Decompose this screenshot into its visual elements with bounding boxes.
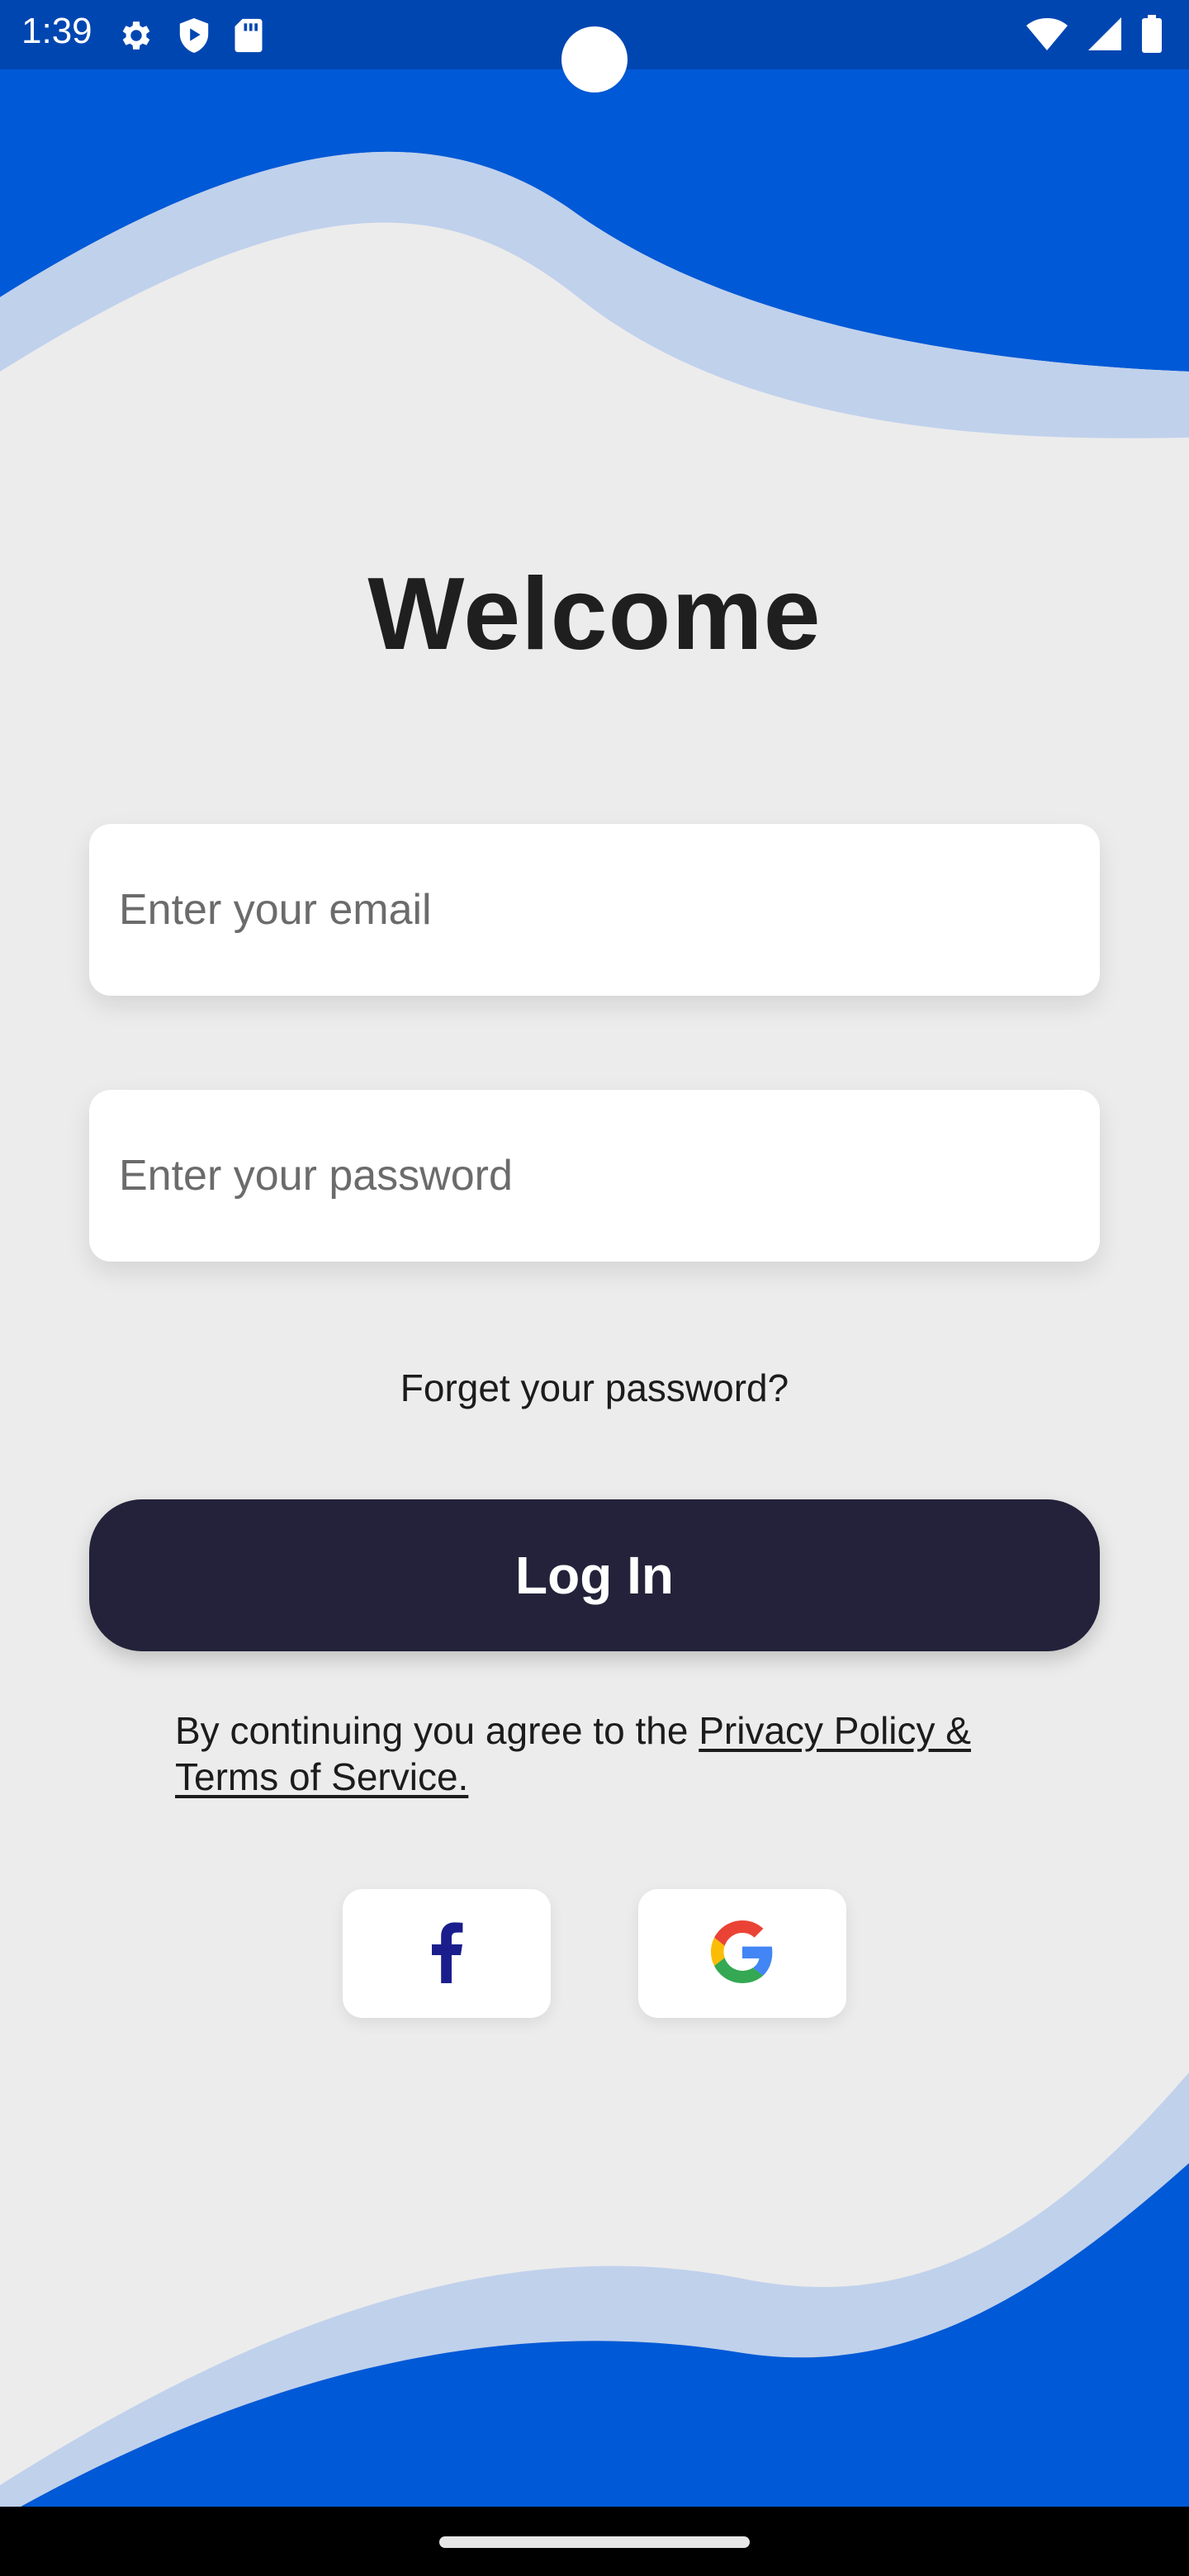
email-input[interactable]	[89, 824, 1100, 996]
home-gesture-handle[interactable]	[439, 2536, 750, 2548]
navigation-bar	[0, 2507, 1189, 2576]
wifi-icon	[1026, 16, 1068, 52]
sd-card-icon	[233, 17, 264, 54]
email-field[interactable]	[89, 824, 1100, 996]
password-field[interactable]	[89, 1090, 1100, 1262]
password-input[interactable]	[89, 1090, 1100, 1262]
signal-icon	[1087, 16, 1123, 52]
login-button-label: Log In	[515, 1546, 674, 1605]
status-right-icons	[1026, 15, 1163, 53]
front-camera	[561, 26, 628, 92]
login-screen: Welcome Forget your password? Log In By …	[0, 0, 1189, 2576]
status-left-icons	[117, 17, 264, 54]
forgot-password-link[interactable]: Forget your password?	[0, 1366, 1189, 1411]
google-icon	[711, 1920, 774, 1987]
facebook-icon	[430, 1920, 463, 1987]
status-time: 1:39	[21, 11, 92, 51]
facebook-login-button[interactable]	[343, 1889, 551, 2018]
terms-text: By continuing you agree to the Privacy P…	[175, 1707, 1034, 1800]
terms-prefix: By continuing you agree to the	[175, 1709, 699, 1752]
battery-icon	[1141, 15, 1163, 53]
page-title: Welcome	[367, 557, 822, 671]
google-login-button[interactable]	[638, 1889, 846, 2018]
gear-icon	[117, 17, 155, 54]
login-button[interactable]: Log In	[89, 1499, 1100, 1651]
shield-play-icon	[177, 17, 211, 54]
